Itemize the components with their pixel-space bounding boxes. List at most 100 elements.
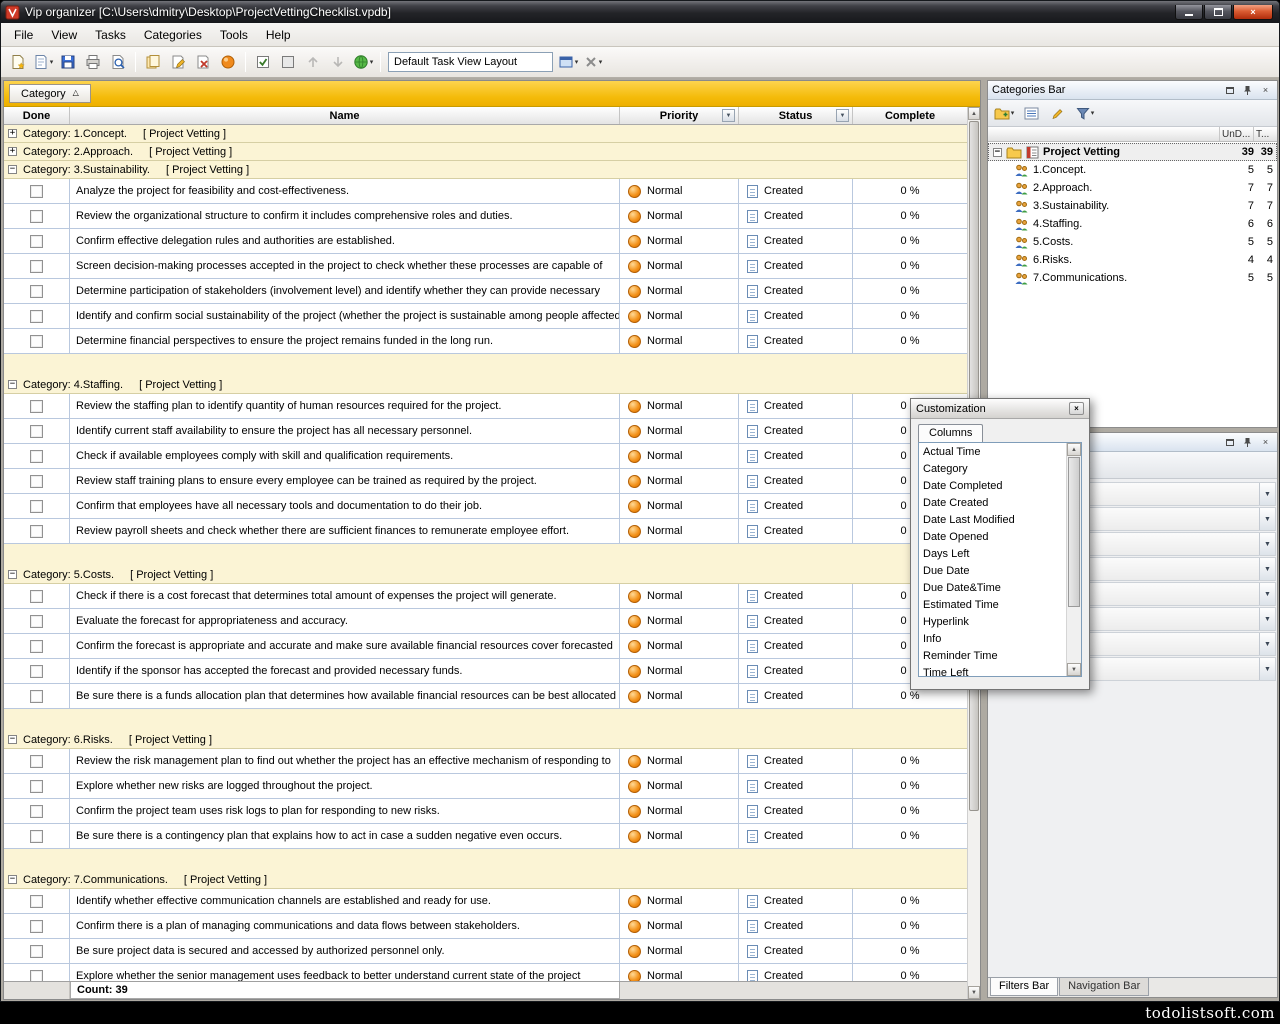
undone-column-header[interactable]: UnD...: [1219, 127, 1253, 141]
menu-view[interactable]: View: [42, 25, 86, 45]
task-checkbox[interactable]: [30, 970, 43, 982]
column-header-done[interactable]: Done: [4, 107, 70, 124]
scroll-down-button[interactable]: ▼: [968, 986, 980, 999]
task-name[interactable]: Review the organizational structure to c…: [70, 204, 620, 229]
filter-categories-button[interactable]: ▾: [1073, 101, 1097, 125]
task-row[interactable]: Review staff training plans to ensure ev…: [4, 469, 967, 494]
task-checkbox[interactable]: [30, 805, 43, 818]
category-tree-item[interactable]: 1.Concept.55: [988, 161, 1277, 179]
collapse-icon[interactable]: −: [8, 165, 17, 174]
dialog-scrollbar[interactable]: ▲ ▼: [1066, 443, 1081, 676]
edit-task-button[interactable]: [166, 50, 190, 74]
priority-filter-dropdown[interactable]: ▼: [722, 109, 735, 122]
task-name[interactable]: Explore whether the senior management us…: [70, 964, 620, 981]
task-name[interactable]: Confirm the forecast is appropriate and …: [70, 634, 620, 659]
task-name[interactable]: Be sure project data is secured and acce…: [70, 939, 620, 964]
category-tree-item[interactable]: 4.Staffing.66: [988, 215, 1277, 233]
task-row[interactable]: Be sure there is a funds allocation plan…: [4, 684, 967, 709]
category-tree-item[interactable]: 5.Costs.55: [988, 233, 1277, 251]
task-checkbox[interactable]: [30, 285, 43, 298]
column-option[interactable]: Category: [919, 460, 1066, 477]
task-checkbox[interactable]: [30, 830, 43, 843]
tab-navigation-bar[interactable]: Navigation Bar: [1059, 978, 1149, 996]
category-tree-item[interactable]: 3.Sustainability.77: [988, 197, 1277, 215]
menu-tools[interactable]: Tools: [211, 25, 257, 45]
column-option[interactable]: Info: [919, 630, 1066, 647]
task-checkbox[interactable]: [30, 235, 43, 248]
task-checkbox[interactable]: [30, 500, 43, 513]
complete-task-button[interactable]: [216, 50, 240, 74]
tab-columns[interactable]: Columns: [918, 424, 983, 442]
column-option[interactable]: Due Date: [919, 562, 1066, 579]
dropdown-arrow-icon[interactable]: ▼: [1259, 583, 1275, 605]
column-option[interactable]: Reminder Time: [919, 647, 1066, 664]
categories-bar-header[interactable]: Categories Bar ×: [988, 81, 1277, 100]
task-name[interactable]: Review payroll sheets and check whether …: [70, 519, 620, 544]
task-row[interactable]: Explore whether the senior management us…: [4, 964, 967, 981]
dropdown-arrow-icon[interactable]: ▼: [1259, 508, 1275, 530]
dock-button[interactable]: [1222, 436, 1237, 449]
expand-icon[interactable]: +: [8, 147, 17, 156]
task-row[interactable]: Review payroll sheets and check whether …: [4, 519, 967, 544]
dropdown-arrow-icon[interactable]: ▼: [1259, 483, 1275, 505]
task-name[interactable]: Check if available employees comply with…: [70, 444, 620, 469]
task-row[interactable]: Identify and confirm social sustainabili…: [4, 304, 967, 329]
task-row[interactable]: Confirm the forecast is appropriate and …: [4, 634, 967, 659]
dropdown-arrow-icon[interactable]: ▼: [1259, 658, 1275, 680]
task-name[interactable]: Review the staffing plan to identify qua…: [70, 394, 620, 419]
close-button[interactable]: ×: [1233, 5, 1273, 20]
column-option[interactable]: Date Completed: [919, 477, 1066, 494]
task-row[interactable]: Be sure there is a contingency plan that…: [4, 824, 967, 849]
task-name[interactable]: Confirm there is a plan of managing comm…: [70, 914, 620, 939]
new-category-button[interactable]: ▾: [992, 101, 1016, 125]
menu-file[interactable]: File: [5, 25, 42, 45]
column-option[interactable]: Time Left: [919, 664, 1066, 676]
title-bar[interactable]: Vip organizer [C:\Users\dmitry\Desktop\P…: [1, 1, 1279, 23]
close-panel-button[interactable]: ×: [1258, 84, 1273, 97]
task-row[interactable]: Be sure project data is secured and acce…: [4, 939, 967, 964]
column-option[interactable]: Hyperlink: [919, 613, 1066, 630]
task-row[interactable]: Analyze the project for feasibility and …: [4, 179, 967, 204]
categories-list-button[interactable]: [1019, 101, 1043, 125]
task-checkbox[interactable]: [30, 615, 43, 628]
total-column-header[interactable]: T...: [1253, 127, 1277, 141]
dropdown-arrow-icon[interactable]: ▼: [1259, 533, 1275, 555]
task-row[interactable]: Review the staffing plan to identify qua…: [4, 394, 967, 419]
task-row[interactable]: Determine participation of stakeholders …: [4, 279, 967, 304]
task-name[interactable]: Confirm effective delegation rules and a…: [70, 229, 620, 254]
category-group-header[interactable]: −Category: 4.Staffing.[ Project Vetting …: [4, 376, 967, 394]
task-checkbox[interactable]: [30, 640, 43, 653]
column-option[interactable]: Date Created: [919, 494, 1066, 511]
status-filter-dropdown[interactable]: ▼: [836, 109, 849, 122]
column-option[interactable]: Date Last Modified: [919, 511, 1066, 528]
scroll-down-button[interactable]: ▼: [1067, 663, 1081, 676]
category-tree-item[interactable]: 6.Risks.44: [988, 251, 1277, 269]
send-online-button[interactable]: ▾: [351, 50, 375, 74]
task-row[interactable]: Review the organizational structure to c…: [4, 204, 967, 229]
column-option[interactable]: Date Opened: [919, 528, 1066, 545]
task-row[interactable]: Check if there is a cost forecast that d…: [4, 584, 967, 609]
scroll-up-button[interactable]: ▲: [968, 107, 980, 120]
column-header-complete[interactable]: Complete: [853, 107, 967, 124]
pin-button[interactable]: [1240, 436, 1255, 449]
column-option[interactable]: Actual Time: [919, 443, 1066, 460]
task-row[interactable]: Confirm the project team uses risk logs …: [4, 799, 967, 824]
maximize-button[interactable]: [1204, 5, 1232, 20]
collapse-icon[interactable]: −: [8, 380, 17, 389]
menu-categories[interactable]: Categories: [135, 25, 211, 45]
task-name[interactable]: Check if there is a cost forecast that d…: [70, 584, 620, 609]
scroll-up-button[interactable]: ▲: [1067, 443, 1081, 456]
delete-layout-button[interactable]: ▾: [581, 50, 605, 74]
dock-button[interactable]: [1222, 84, 1237, 97]
task-checkbox[interactable]: [30, 425, 43, 438]
save-button[interactable]: [56, 50, 80, 74]
task-checkbox[interactable]: [30, 590, 43, 603]
expand-icon[interactable]: +: [8, 129, 17, 138]
task-checkbox[interactable]: [30, 895, 43, 908]
task-row[interactable]: Screen decision-making processes accepte…: [4, 254, 967, 279]
task-checkbox[interactable]: [30, 755, 43, 768]
task-row[interactable]: Identify whether effective communication…: [4, 889, 967, 914]
task-checkbox[interactable]: [30, 260, 43, 273]
task-row[interactable]: Confirm that employees have all necessar…: [4, 494, 967, 519]
column-header-name[interactable]: Name: [70, 107, 620, 124]
